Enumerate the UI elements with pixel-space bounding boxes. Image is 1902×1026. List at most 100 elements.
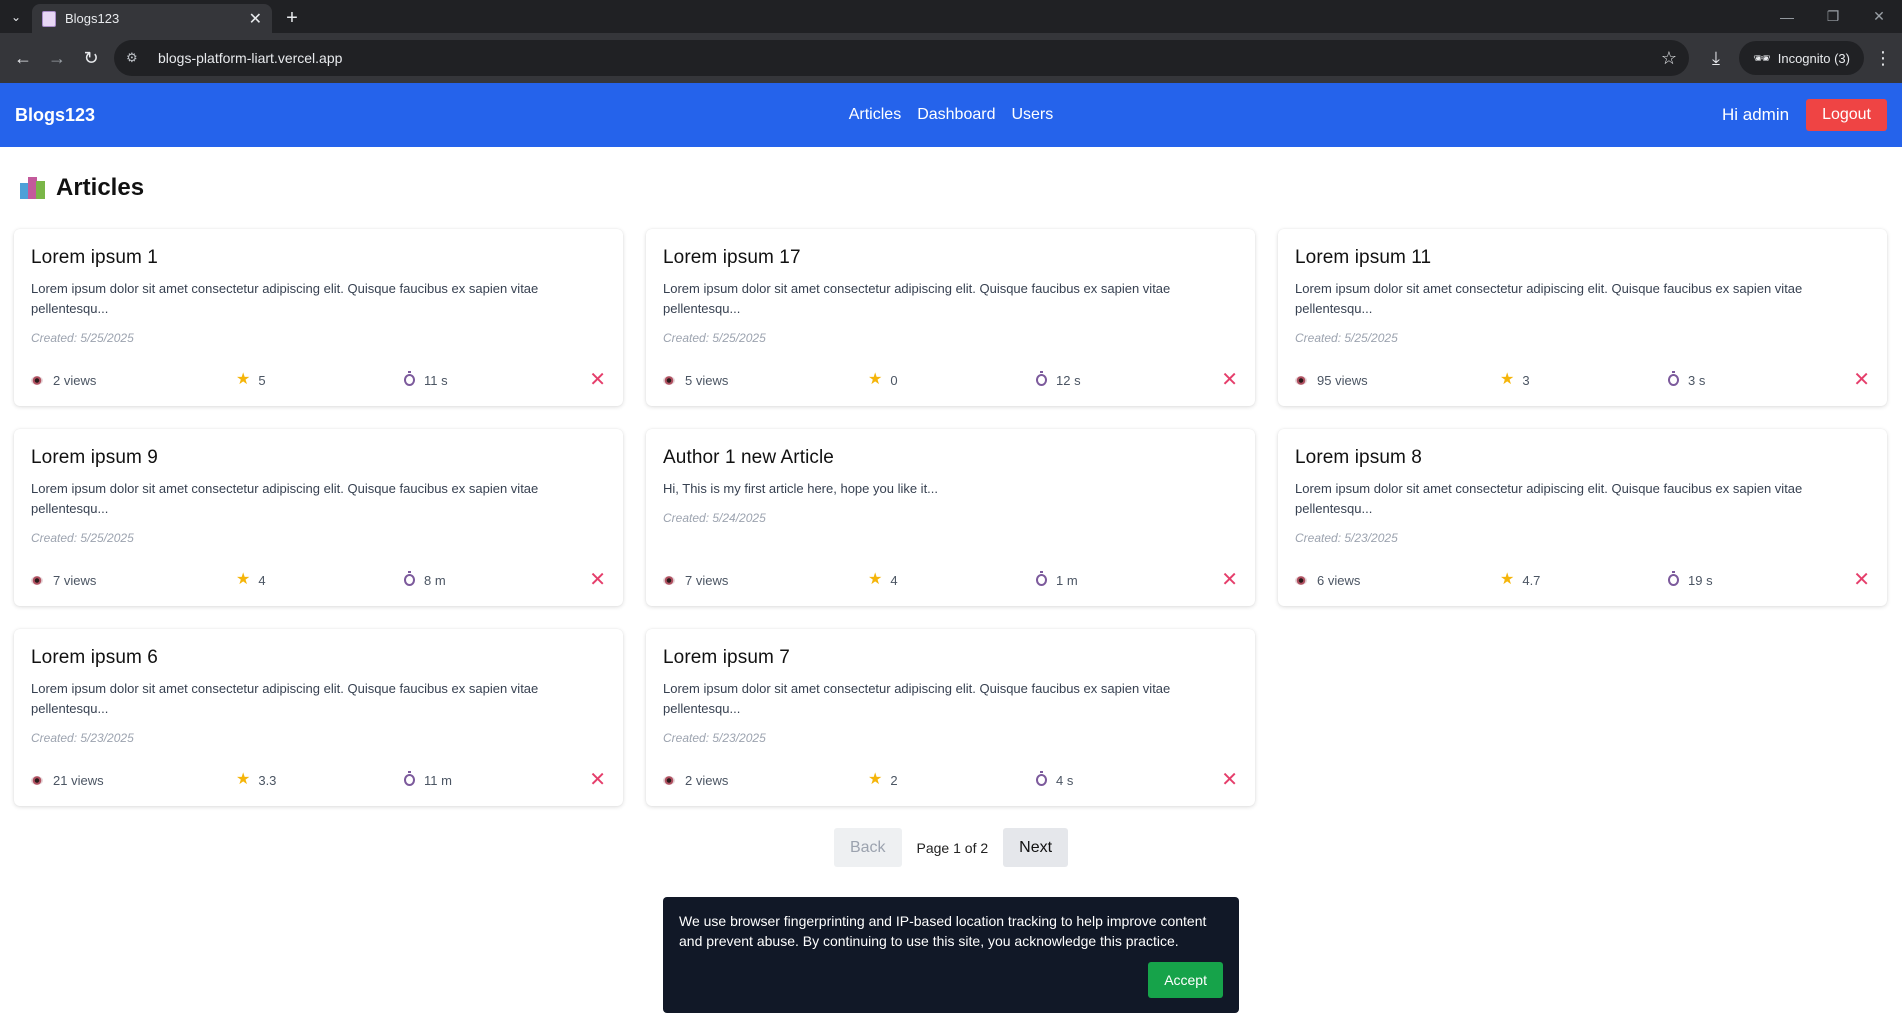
eye-icon <box>31 775 43 785</box>
article-excerpt: Lorem ipsum dolor sit amet consectetur a… <box>31 481 539 516</box>
nav-link-articles[interactable]: Articles <box>849 106 901 124</box>
article-title[interactable]: Lorem ipsum 1 <box>31 247 606 269</box>
views-count: 2 views <box>53 372 97 388</box>
read-time: 8 m <box>424 572 446 588</box>
read-time: 11 m <box>424 772 452 788</box>
article-created-date: Created: 5/23/2025 <box>1295 531 1398 545</box>
rating-value: 4 <box>890 572 898 588</box>
delete-article-icon[interactable]: ✕ <box>1221 770 1238 790</box>
article-card[interactable]: Lorem ipsum 7 Lorem ipsum dolor sit amet… <box>646 629 1255 806</box>
new-tab-icon[interactable]: + <box>278 4 306 32</box>
article-excerpt: Lorem ipsum dolor sit amet consectetur a… <box>663 281 1171 316</box>
article-stats: 95 views ★ 3 3 s ✕ <box>1295 370 1870 390</box>
brand-logo[interactable]: Blogs123 <box>15 105 95 126</box>
browser-tab[interactable]: Blogs123 ✕ <box>32 4 272 33</box>
page-title: Articles <box>56 174 145 201</box>
article-excerpt: Lorem ipsum dolor sit amet consectetur a… <box>1295 281 1803 316</box>
rating-value: 4 <box>258 572 266 588</box>
site-info-icon[interactable]: ⚙ <box>126 50 150 66</box>
logout-button[interactable]: Logout <box>1806 99 1887 131</box>
stopwatch-icon <box>404 371 415 386</box>
browser-toolbar: ← → ↻ ⚙ blogs-platform-liart.vercel.app … <box>0 33 1902 83</box>
url-text[interactable]: blogs-platform-liart.vercel.app <box>158 50 1661 66</box>
minimize-icon[interactable]: — <box>1764 0 1810 33</box>
views-count: 95 views <box>1317 372 1368 388</box>
article-created-date: Created: 5/23/2025 <box>31 731 134 745</box>
books-icon <box>20 177 46 199</box>
article-card[interactable]: Lorem ipsum 17 Lorem ipsum dolor sit ame… <box>646 229 1255 406</box>
star-icon: ★ <box>236 771 251 788</box>
article-created-date: Created: 5/25/2025 <box>663 331 766 345</box>
consent-message: We use browser fingerprinting and IP-bas… <box>679 913 1207 949</box>
delete-article-icon[interactable]: ✕ <box>1853 370 1870 390</box>
reload-icon[interactable]: ↻ <box>74 41 108 75</box>
rating-value: 3.3 <box>258 772 277 788</box>
back-button[interactable]: Back <box>833 828 902 867</box>
bookmark-star-icon[interactable]: ☆ <box>1661 48 1677 69</box>
star-icon: ★ <box>868 371 883 388</box>
stopwatch-icon <box>1036 571 1047 586</box>
article-stats: 21 views ★ 3.3 11 m ✕ <box>31 770 606 790</box>
star-icon: ★ <box>868 771 883 788</box>
incognito-indicator[interactable]: 🕶 Incognito (3) <box>1738 41 1864 75</box>
delete-article-icon[interactable]: ✕ <box>589 370 606 390</box>
page-indicator: Page 1 of 2 <box>916 839 989 856</box>
main-content: Articles Lorem ipsum 1 Lorem ipsum dolor… <box>0 147 1902 867</box>
eye-icon <box>31 375 43 385</box>
download-icon[interactable]: ⤓ <box>1699 41 1733 75</box>
star-icon: ★ <box>236 571 251 588</box>
article-title[interactable]: Lorem ipsum 17 <box>663 247 1238 269</box>
article-title[interactable]: Author 1 new Article <box>663 447 1238 469</box>
article-card[interactable]: Lorem ipsum 1 Lorem ipsum dolor sit amet… <box>14 229 623 406</box>
next-button[interactable]: Next <box>1003 828 1069 867</box>
browser-menu-icon[interactable]: ⋮ <box>1870 48 1896 69</box>
delete-article-icon[interactable]: ✕ <box>1221 370 1238 390</box>
nav-link-dashboard[interactable]: Dashboard <box>917 106 995 124</box>
address-bar[interactable]: ⚙ blogs-platform-liart.vercel.app ☆ <box>114 40 1689 76</box>
delete-article-icon[interactable]: ✕ <box>1221 570 1238 590</box>
read-time: 19 s <box>1688 572 1713 588</box>
stopwatch-icon <box>1036 771 1047 786</box>
article-card[interactable]: Lorem ipsum 9 Lorem ipsum dolor sit amet… <box>14 429 623 606</box>
stopwatch-icon <box>1036 371 1047 386</box>
tab-close-icon[interactable]: ✕ <box>249 9 262 29</box>
browser-tab-bar: ⌄ Blogs123 ✕ + — ❐ ✕ <box>0 0 1902 33</box>
rating-value: 0 <box>890 372 898 388</box>
article-card[interactable]: Lorem ipsum 11 Lorem ipsum dolor sit ame… <box>1278 229 1887 406</box>
eye-icon <box>1295 575 1307 585</box>
window-controls: — ❐ ✕ <box>1764 0 1902 33</box>
read-time: 1 m <box>1056 572 1078 588</box>
views-count: 5 views <box>685 372 729 388</box>
eye-icon <box>31 575 43 585</box>
article-stats: 5 views ★ 0 12 s ✕ <box>663 370 1238 390</box>
article-title[interactable]: Lorem ipsum 7 <box>663 647 1238 669</box>
article-title[interactable]: Lorem ipsum 6 <box>31 647 606 669</box>
user-greeting: Hi admin <box>1721 105 1790 124</box>
article-created-date: Created: 5/24/2025 <box>663 511 766 525</box>
tab-title: Blogs123 <box>65 11 120 26</box>
delete-article-icon[interactable]: ✕ <box>1853 570 1870 590</box>
restore-icon[interactable]: ❐ <box>1810 0 1856 33</box>
back-arrow-icon[interactable]: ← <box>6 41 40 75</box>
nav-link-users[interactable]: Users <box>1011 106 1053 124</box>
article-excerpt: Hi, This is my first article here, hope … <box>663 481 939 496</box>
forward-arrow-icon[interactable]: → <box>40 41 74 75</box>
read-time: 3 s <box>1688 372 1706 388</box>
delete-article-icon[interactable]: ✕ <box>589 570 606 590</box>
article-card[interactable]: Author 1 new Article Hi, This is my firs… <box>646 429 1255 606</box>
article-title[interactable]: Lorem ipsum 9 <box>31 447 606 469</box>
delete-article-icon[interactable]: ✕ <box>589 770 606 790</box>
views-count: 7 views <box>685 572 729 588</box>
accept-button[interactable]: Accept <box>1148 962 1223 998</box>
window-close-icon[interactable]: ✕ <box>1856 0 1902 33</box>
article-excerpt: Lorem ipsum dolor sit amet consectetur a… <box>1295 481 1803 516</box>
article-title[interactable]: Lorem ipsum 11 <box>1295 247 1870 269</box>
article-title[interactable]: Lorem ipsum 8 <box>1295 447 1870 469</box>
star-icon: ★ <box>868 571 883 588</box>
article-card[interactable]: Lorem ipsum 6 Lorem ipsum dolor sit amet… <box>14 629 623 806</box>
views-count: 6 views <box>1317 572 1361 588</box>
tab-search-icon[interactable]: ⌄ <box>4 5 28 29</box>
article-card[interactable]: Lorem ipsum 8 Lorem ipsum dolor sit amet… <box>1278 429 1887 606</box>
pagination: Back Page 1 of 2 Next <box>14 828 1888 867</box>
article-created-date: Created: 5/25/2025 <box>1295 331 1398 345</box>
